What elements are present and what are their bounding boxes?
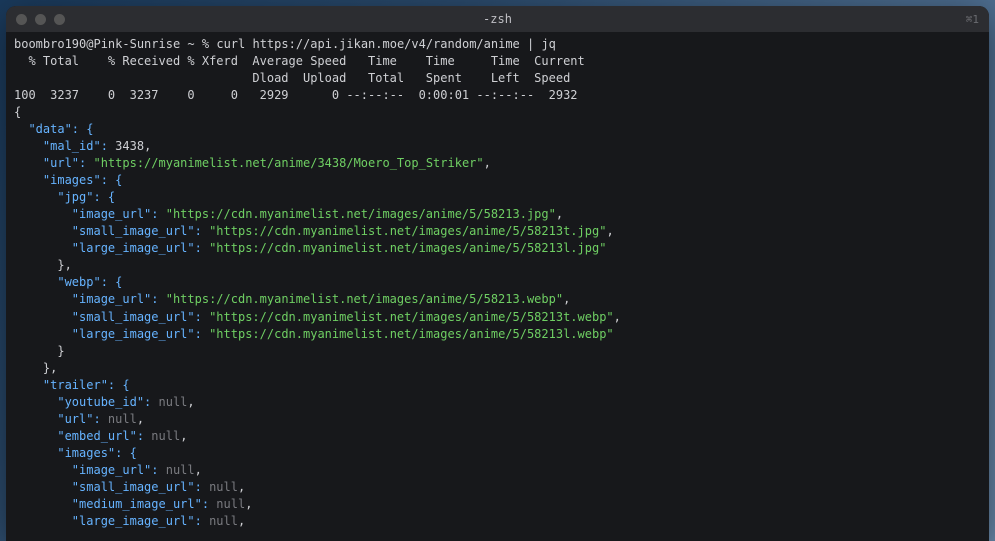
curl-header-2: Dload Upload Total Spent Left Speed — [14, 71, 570, 85]
zoom-icon[interactable] — [54, 14, 65, 25]
prompt-line: boombro190@Pink-Sunrise ~ % curl https:/… — [14, 37, 556, 51]
prompt-sigil: % — [202, 37, 209, 51]
prompt-userhost: boombro190@Pink-Sunrise — [14, 37, 180, 51]
prompt-command: curl https://api.jikan.moe/v4/random/ani… — [216, 37, 556, 51]
json-youtube-k: "youtube_id": — [14, 395, 159, 409]
minimize-icon[interactable] — [35, 14, 46, 25]
json-embed-k: "embed_url": — [14, 429, 151, 443]
json-close-jpg: }, — [14, 258, 72, 272]
json-jpg-s-k: "small_image_url": — [14, 224, 209, 238]
json-data: "data": { — [14, 122, 93, 136]
json-null: null — [159, 395, 188, 409]
json-url-v: "https://myanimelist.net/anime/3438/Moer… — [93, 156, 483, 170]
json-close-webp: } — [14, 344, 65, 358]
json-webp-img-v: "https://cdn.myanimelist.net/images/anim… — [166, 292, 563, 306]
json-ti-m-k: "medium_image_url": — [14, 497, 216, 511]
json-ti-img-k: "image_url": — [14, 463, 166, 477]
json-webp-s-k: "small_image_url": — [14, 310, 209, 324]
json-url-k: "url": — [14, 156, 93, 170]
pane-label: ⌘1 — [966, 13, 979, 26]
terminal-window: -zsh ⌘1 boombro190@Pink-Sunrise ~ % curl… — [6, 6, 989, 541]
json-webp-s-v: "https://cdn.myanimelist.net/images/anim… — [209, 310, 614, 324]
json-jpg-l-v: "https://cdn.myanimelist.net/images/anim… — [209, 241, 606, 255]
prompt-cwd: ~ — [187, 37, 194, 51]
json-webp-l-k: "large_image_url": — [14, 327, 209, 341]
json-close-images: }, — [14, 361, 57, 375]
json-ti-s-k: "small_image_url": — [14, 480, 209, 494]
json-webp-img-k: "image_url": — [14, 292, 166, 306]
titlebar[interactable]: -zsh ⌘1 — [6, 6, 989, 32]
json-url2-k: "url": — [14, 412, 108, 426]
json-jpg-l-k: "large_image_url": — [14, 241, 209, 255]
close-icon[interactable] — [16, 14, 27, 25]
json-jpg-img-k: "image_url": — [14, 207, 166, 221]
curl-row: 100 3237 0 3237 0 0 2929 0 --:--:-- 0:00… — [14, 88, 578, 102]
json-jpg-img-v: "https://cdn.myanimelist.net/images/anim… — [166, 207, 556, 221]
json-trailer: "trailer": { — [14, 378, 130, 392]
traffic-lights — [16, 14, 65, 25]
json-malid-k: "mal_id": — [14, 139, 115, 153]
json-images: "images": { — [14, 173, 122, 187]
terminal-body[interactable]: boombro190@Pink-Sunrise ~ % curl https:/… — [6, 32, 989, 541]
json-ti-l-k: "large_image_url": — [14, 514, 209, 528]
curl-header-1: % Total % Received % Xferd Average Speed… — [14, 54, 585, 68]
json-jpg: "jpg": { — [14, 190, 115, 204]
json-webp-l-v: "https://cdn.myanimelist.net/images/anim… — [209, 327, 614, 341]
json-webp: "webp": { — [14, 275, 122, 289]
window-title: -zsh — [6, 12, 989, 26]
json-timages: "images": { — [14, 446, 137, 460]
json-malid-v: 3438 — [115, 139, 144, 153]
json-jpg-s-v: "https://cdn.myanimelist.net/images/anim… — [209, 224, 606, 238]
json-open: { — [14, 105, 21, 119]
